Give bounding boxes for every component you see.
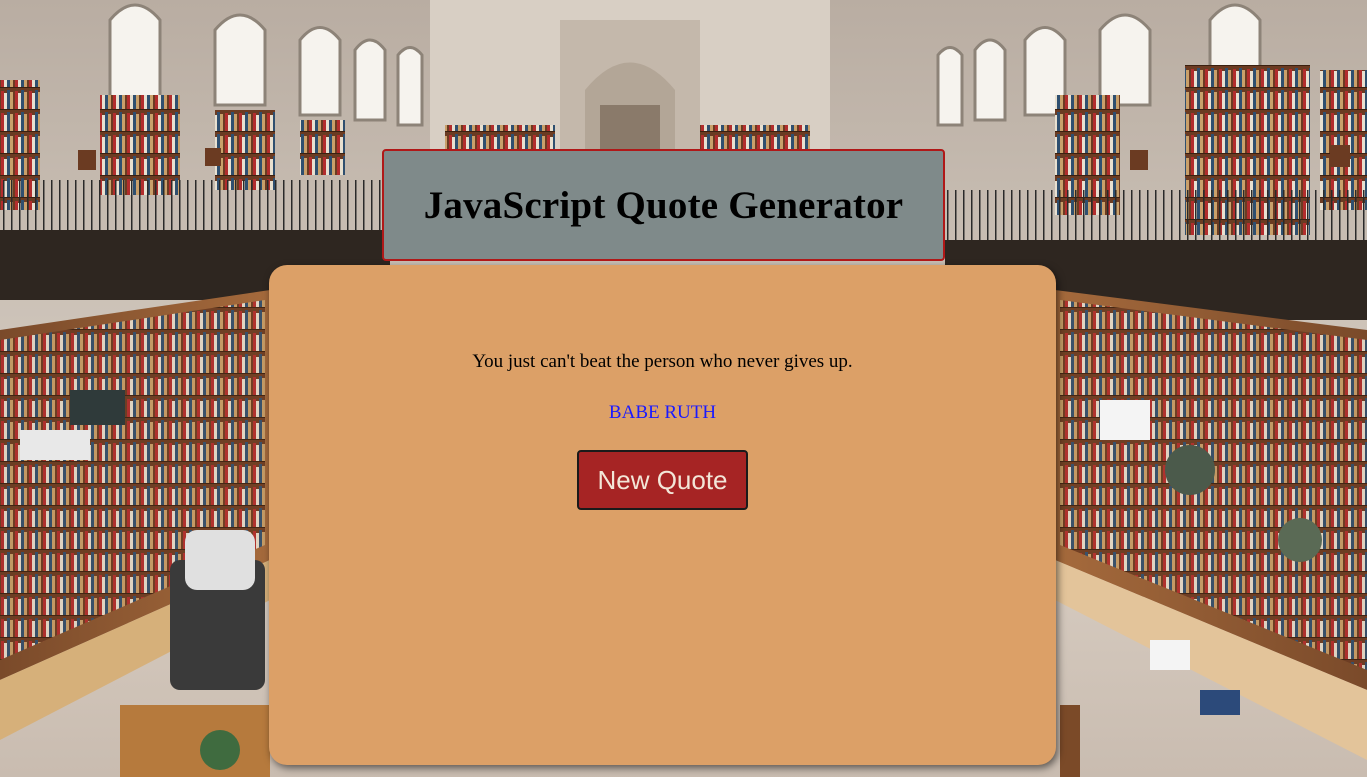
- new-quote-button[interactable]: New Quote: [577, 450, 748, 510]
- quote-author: BABE RUTH: [608, 402, 717, 423]
- header-title-box: JavaScript Quote Generator: [382, 149, 945, 261]
- quote-card: You just can't beat the person who never…: [269, 265, 1056, 765]
- page-title: JavaScript Quote Generator: [423, 183, 904, 227]
- quote-text: You just can't beat the person who never…: [472, 351, 853, 372]
